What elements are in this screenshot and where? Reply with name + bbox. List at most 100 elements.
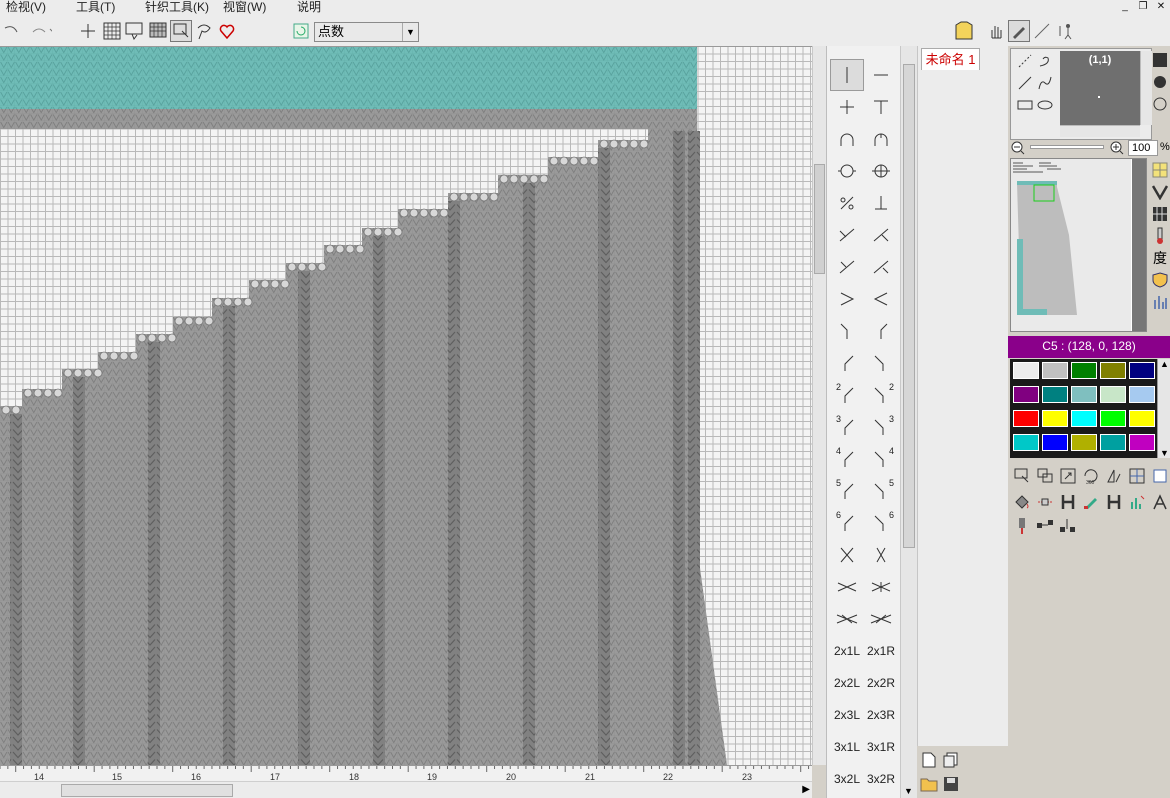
symbol-cross-right-a[interactable] [864,219,898,251]
text-tool-icon[interactable] [1150,492,1170,512]
flow-right-icon[interactable] [1035,516,1055,536]
fill-circle-icon[interactable] [1150,72,1170,92]
copy-area-icon[interactable] [1035,466,1055,486]
degree-label[interactable]: 度 [1150,248,1170,268]
symbol-x-cross-b[interactable] [864,539,898,571]
symbol-cross-right-b[interactable] [864,251,898,283]
color-swatch[interactable] [1013,386,1039,403]
color-swatch[interactable] [1100,386,1126,403]
symbol-2x1r[interactable]: 2x1R [864,635,898,667]
scroll-right-arrow-icon[interactable]: ▶ [802,784,810,795]
color-swatch[interactable] [1042,410,1068,427]
symbol-y-left[interactable] [830,315,864,347]
hscroll-thumb[interactable] [61,784,233,797]
symbol-slant-right-3[interactable]: 3 [864,411,898,443]
symbol-cross-left-a[interactable] [830,219,864,251]
pin-icon[interactable] [1012,516,1032,536]
pen-icon[interactable] [1008,20,1030,42]
column-h2-icon[interactable] [1104,492,1124,512]
symbol-slant-left-6[interactable]: 6 [830,507,864,539]
layout-grid-icon[interactable] [1150,160,1170,180]
color-pen-icon[interactable] [1081,492,1101,512]
close-button[interactable]: ✕ [1153,0,1169,14]
lasso-icon[interactable] [193,20,215,42]
link-tool-icon[interactable] [1035,492,1055,512]
dashed-line-icon[interactable] [1015,51,1035,71]
symbol-2x3l[interactable]: 2x3L [830,699,864,731]
palette-scroll-up-icon[interactable]: ▲ [1160,359,1169,369]
symbol-greater-than[interactable] [830,283,864,315]
ellipse-icon[interactable] [1035,95,1055,115]
columns-icon[interactable] [1150,204,1170,224]
select-tool-icon[interactable] [1012,466,1032,486]
palette-scrollbar[interactable]: ▲ ▼ [1157,359,1170,458]
select-drag-icon[interactable] [170,20,192,42]
preview-hscrollbar[interactable] [1060,125,1140,137]
color-swatch[interactable] [1129,410,1155,427]
symbol-cross-left-b[interactable] [830,251,864,283]
menu-view[interactable]: 检视(V) [6,0,46,15]
symbol-arch-tick[interactable] [864,123,898,155]
palette-scroll-down-icon[interactable]: ▼ [1160,448,1169,458]
symbol-slant-left-4[interactable]: 4 [830,443,864,475]
menu-tools[interactable]: 工具(T) [76,0,115,15]
grid-adjust-icon[interactable] [1127,466,1147,486]
color-swatch[interactable] [1100,410,1126,427]
menu-window[interactable]: 视窗(W) [223,0,266,15]
resize-icon[interactable] [1058,466,1078,486]
symbol-slant-right-1[interactable] [864,347,898,379]
symbol-horizontal-line[interactable] [864,59,898,91]
navigator-thumbnail[interactable] [1010,158,1147,332]
knit-canvas[interactable] [0,46,812,765]
symbol-slant-left-3[interactable]: 3 [830,411,864,443]
symbol-2x1l[interactable]: 2x1L [830,635,864,667]
color-swatch[interactable] [1013,434,1039,451]
restore-button[interactable]: ❐ [1135,0,1151,14]
symbol-3x2r[interactable]: 3x2R [864,763,898,795]
symbol-diagonal-dots[interactable] [830,187,864,219]
symbol-cable-cross-c[interactable] [830,603,864,635]
column-h-icon[interactable] [1058,492,1078,512]
symbol-2x2r[interactable]: 2x2R [864,667,898,699]
color-swatch[interactable] [1071,410,1097,427]
undo-icon[interactable] [0,20,22,42]
flow-down-icon[interactable] [1058,516,1078,536]
figure-icon[interactable] [1054,20,1076,42]
mirror-icon[interactable] [1104,466,1124,486]
symbol-cable-cross-b[interactable] [864,571,898,603]
symbol-2x3r[interactable]: 2x3R [864,699,898,731]
open-folder-icon[interactable] [919,774,939,794]
color-swatch[interactable] [1129,434,1155,451]
zoom-out-icon[interactable] [1011,141,1025,158]
symbol-slant-right-4[interactable]: 4 [864,443,898,475]
symbol-scroll-thumb[interactable] [903,64,915,548]
color-swatch[interactable] [1071,434,1097,451]
menu-help[interactable]: 说明 [297,0,321,15]
symbol-cable-cross-a[interactable] [830,571,864,603]
fill-square-icon[interactable] [1150,50,1170,70]
outline-circle-icon[interactable] [1150,94,1170,114]
zoom-input[interactable]: 100 [1128,140,1158,156]
symbol-2x2l[interactable]: 2x2L [830,667,864,699]
symbol-y-right[interactable] [864,315,898,347]
minimize-button[interactable]: _ [1117,0,1133,14]
grid-icon[interactable] [101,20,123,42]
symbol-slant-right-6[interactable]: 6 [864,507,898,539]
symbol-circle-line[interactable] [830,155,864,187]
rotate-360-icon[interactable]: 360 [1081,466,1101,486]
symbol-slant-left-1[interactable] [830,347,864,379]
select-area-icon[interactable] [124,20,146,42]
document-tab[interactable]: 未命名 1 [921,48,980,70]
scroll-down-arrow-icon[interactable]: ▼ [904,786,913,796]
frame-icon[interactable] [1150,466,1170,486]
v-stitch-icon[interactable] [1150,182,1170,202]
symbol-cable-cross-d[interactable] [864,603,898,635]
color-swatch[interactable] [1013,410,1039,427]
symbol-vertical-line[interactable] [830,59,864,91]
symbol-slant-right-2[interactable]: 2 [864,379,898,411]
spiral-icon[interactable] [1035,51,1055,71]
color-swatch[interactable] [1042,386,1068,403]
canvas-vertical-scrollbar[interactable] [812,46,826,765]
symbol-slant-right-5[interactable]: 5 [864,475,898,507]
garment-icon[interactable] [953,20,975,42]
